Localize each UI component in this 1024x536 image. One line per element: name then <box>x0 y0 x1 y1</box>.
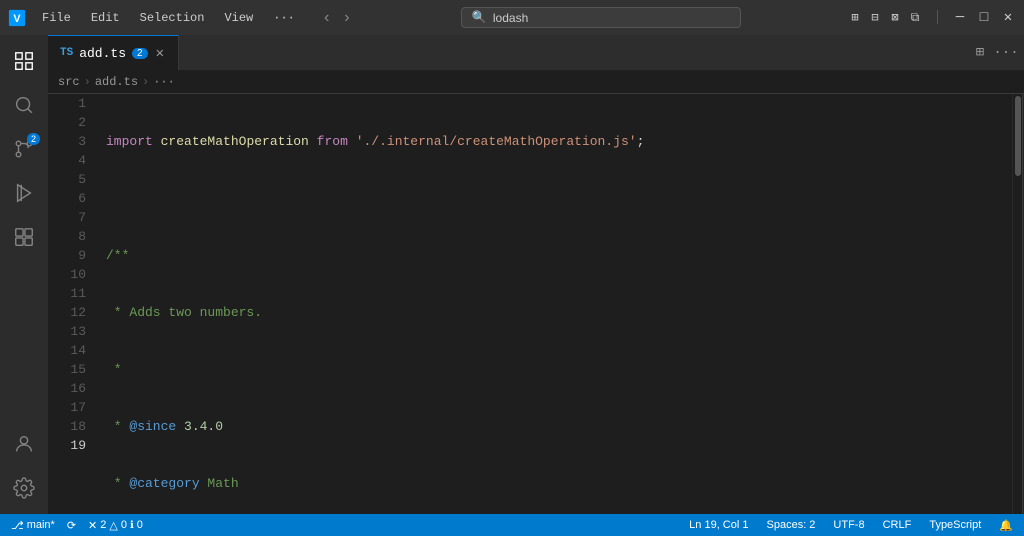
nav-back-button[interactable]: ‹ <box>319 10 335 26</box>
warning-icon: △ <box>109 519 117 532</box>
code-line-1: import createMathOperation from './.inte… <box>106 132 1004 151</box>
menu-bar: File Edit Selection View ··· <box>34 9 303 27</box>
encoding-label: UTF-8 <box>833 519 864 531</box>
language-label: TypeScript <box>929 519 981 531</box>
bell-item[interactable]: 🔔 <box>996 519 1016 532</box>
code-line-5: * <box>106 360 1004 379</box>
menu-more[interactable]: ··· <box>265 9 303 27</box>
breadcrumb-sep-1: › <box>84 75 91 89</box>
search-text: lodash <box>493 11 528 25</box>
status-bar: ⎇ main* ⟳ ✕ 2 △ 0 ℹ 0 Ln 19, Col 1 Space… <box>0 514 1024 536</box>
breadcrumb-sep-2: › <box>142 75 149 89</box>
warning-count: 0 <box>121 519 127 531</box>
layout-btn-2[interactable]: ⊟ <box>867 10 883 26</box>
breadcrumb-more[interactable]: ··· <box>153 75 175 89</box>
code-line-3: /** <box>106 246 1004 265</box>
line-numbers: 1 2 3 4 5 6 7 8 9 10 11 12 13 14 15 16 1… <box>48 94 98 514</box>
run-activity-icon[interactable] <box>6 175 42 211</box>
editor-area: TS add.ts 2 ✕ ⊞ ··· src › add.ts › ··· 1… <box>48 35 1024 514</box>
status-right: Ln 19, Col 1 Spaces: 2 UTF-8 CRLF TypeSc… <box>686 519 1016 532</box>
tab-actions: ⊞ ··· <box>970 43 1024 63</box>
close-button[interactable]: ✕ <box>1000 10 1016 26</box>
tab-add-ts[interactable]: TS add.ts 2 ✕ <box>48 35 179 70</box>
extensions-activity-icon[interactable] <box>6 219 42 255</box>
tab-filename: add.ts <box>79 46 126 61</box>
scrollbar-track[interactable] <box>1012 94 1022 514</box>
account-activity-icon[interactable] <box>6 426 42 462</box>
error-count: 2 <box>100 519 106 531</box>
search-box[interactable]: 🔍 lodash <box>461 7 741 28</box>
source-control-activity-icon[interactable]: 2 <box>6 131 42 167</box>
spaces-item[interactable]: Spaces: 2 <box>764 519 819 531</box>
svg-text:V: V <box>13 12 21 24</box>
scrollbar-thumb[interactable] <box>1015 96 1021 176</box>
settings-activity-icon[interactable] <box>6 470 42 506</box>
info-icon: ℹ <box>130 520 134 531</box>
encoding-item[interactable]: UTF-8 <box>830 519 867 531</box>
split-editor-button[interactable]: ⊞ <box>970 43 990 63</box>
breadcrumb: src › add.ts › ··· <box>48 70 1024 94</box>
error-icon: ✕ <box>88 519 97 532</box>
errors-item[interactable]: ✕ 2 △ 0 ℹ 0 <box>85 519 146 532</box>
menu-view[interactable]: View <box>216 9 261 27</box>
code-editor: 1 2 3 4 5 6 7 8 9 10 11 12 13 14 15 16 1… <box>48 94 1024 514</box>
tab-ts-label: TS <box>60 47 73 59</box>
app-icon: V <box>8 9 26 27</box>
position-item[interactable]: Ln 19, Col 1 <box>686 519 751 531</box>
search-icon: 🔍 <box>472 10 487 25</box>
titlebar: V File Edit Selection View ··· ‹ › 🔍 lod… <box>0 0 1024 35</box>
line-ending-item[interactable]: CRLF <box>880 519 915 531</box>
code-content[interactable]: import createMathOperation from './.inte… <box>98 94 1012 514</box>
layout-btn-4[interactable]: ⧉ <box>907 10 923 26</box>
activity-bar: 2 <box>0 35 48 514</box>
tab-bar: TS add.ts 2 ✕ ⊞ ··· <box>48 35 1024 70</box>
git-branch-item[interactable]: ⎇ main* <box>8 519 58 532</box>
search-area: 🔍 lodash <box>363 7 839 28</box>
line-ending-label: CRLF <box>883 519 912 531</box>
search-activity-icon[interactable] <box>6 87 42 123</box>
window-controls: ⊞ ⊟ ⊠ ⧉ ─ □ ✕ <box>847 10 1016 26</box>
layout-btn-3[interactable]: ⊠ <box>887 10 903 26</box>
code-line-7: * @category Math <box>106 474 1004 493</box>
breadcrumb-src[interactable]: src <box>58 75 80 89</box>
tab-close-button[interactable]: ✕ <box>154 45 166 62</box>
nav-forward-button[interactable]: › <box>339 10 355 26</box>
tab-badge: 2 <box>132 48 148 59</box>
maximize-button[interactable]: □ <box>976 10 992 26</box>
breadcrumb-addts[interactable]: add.ts <box>95 75 138 89</box>
explorer-activity-icon[interactable] <box>6 43 42 79</box>
spaces-label: Spaces: 2 <box>767 519 816 531</box>
code-line-2 <box>106 189 1004 208</box>
more-actions-button[interactable]: ··· <box>996 43 1016 63</box>
code-line-4: * Adds two numbers. <box>106 303 1004 322</box>
position-label: Ln 19, Col 1 <box>689 519 748 531</box>
sync-item[interactable]: ⟳ <box>64 519 79 532</box>
menu-edit[interactable]: Edit <box>83 9 128 27</box>
sync-icon: ⟳ <box>67 519 76 532</box>
status-left: ⎇ main* ⟳ ✕ 2 △ 0 ℹ 0 <box>8 519 146 532</box>
layout-btn-1[interactable]: ⊞ <box>847 10 863 26</box>
language-item[interactable]: TypeScript <box>926 519 984 531</box>
menu-selection[interactable]: Selection <box>132 9 213 27</box>
source-control-badge: 2 <box>27 133 40 145</box>
minimize-button[interactable]: ─ <box>952 10 968 26</box>
git-branch-label: main* <box>27 519 55 531</box>
main-layout: 2 <box>0 35 1024 514</box>
info-count: 0 <box>137 519 143 531</box>
git-branch-icon: ⎇ <box>11 519 24 532</box>
code-line-6: * @since 3.4.0 <box>106 417 1004 436</box>
bell-icon: 🔔 <box>999 519 1013 532</box>
menu-file[interactable]: File <box>34 9 79 27</box>
